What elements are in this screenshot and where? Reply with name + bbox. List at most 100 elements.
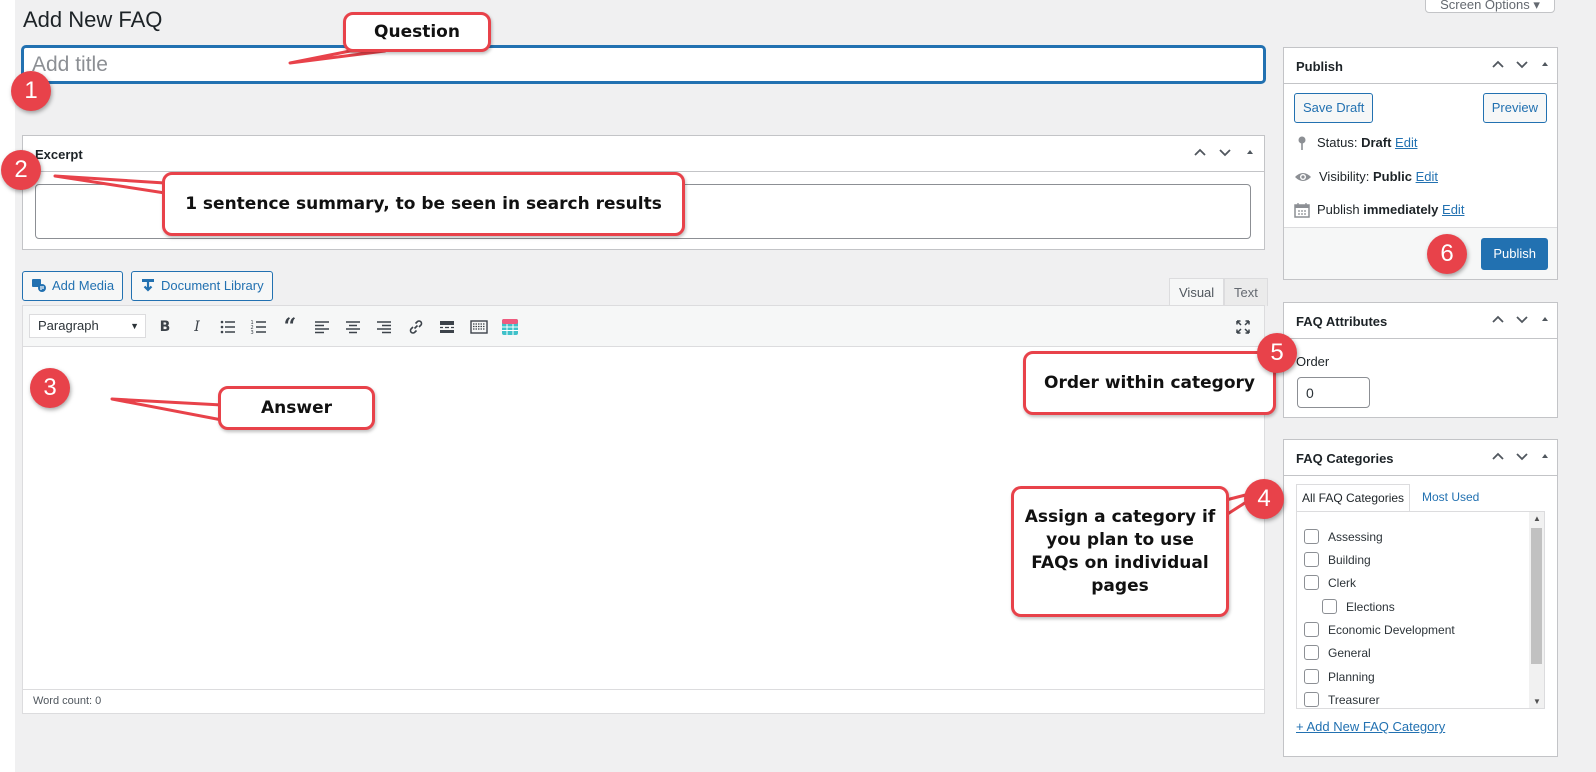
category-label: Clerk [1328, 576, 1357, 590]
align-right-icon[interactable] [373, 316, 395, 338]
step-badge-2: 2 [1, 150, 41, 190]
category-label: General [1328, 646, 1371, 660]
table-icon[interactable] [499, 316, 521, 338]
edit-status-link[interactable]: Edit [1395, 135, 1417, 150]
schedule-row: Publish immediately Edit [1294, 202, 1464, 218]
numbered-list-icon[interactable]: 123 [248, 316, 270, 338]
category-label: Elections [1346, 600, 1395, 614]
format-select-value: Paragraph [38, 318, 99, 333]
tab-all-faq-categories[interactable]: All FAQ Categories [1296, 484, 1411, 512]
visibility-value: Public [1372, 169, 1412, 184]
move-down-icon[interactable] [1215, 144, 1235, 163]
visibility-label: Visibility: [1319, 169, 1373, 184]
category-item[interactable]: Elections [1322, 599, 1395, 617]
eye-icon [1295, 173, 1311, 181]
status-value: Draft [1361, 135, 1392, 150]
fullscreen-icon[interactable] [1232, 316, 1254, 338]
category-checkbox[interactable] [1304, 669, 1319, 684]
category-item[interactable]: Clerk [1304, 575, 1356, 593]
collapse-icon[interactable] [1535, 448, 1555, 467]
annotation-summary: 1 sentence summary, to be seen in search… [162, 172, 685, 236]
annotation-category: Assign a category if you plan to use FAQ… [1011, 486, 1229, 617]
order-label: Order [1296, 354, 1330, 369]
move-up-icon[interactable] [1488, 311, 1508, 330]
read-more-icon[interactable] [436, 316, 458, 338]
edit-schedule-link[interactable]: Edit [1442, 202, 1464, 217]
publish-header: Publish [1284, 48, 1557, 84]
category-checklist[interactable]: Assessing Building Clerk Elections Econo… [1296, 511, 1545, 709]
screen-options-button[interactable]: Screen Options ▾ [1425, 0, 1555, 13]
move-up-icon[interactable] [1488, 448, 1508, 467]
order-input[interactable] [1297, 377, 1370, 408]
annotation-answer: Answer [218, 386, 375, 430]
collapse-icon[interactable] [1240, 144, 1260, 163]
italic-icon[interactable]: I [186, 316, 208, 338]
document-library-button[interactable]: Document Library [131, 271, 273, 301]
attributes-heading: FAQ Attributes [1296, 314, 1388, 329]
align-left-icon[interactable] [311, 316, 333, 338]
category-item[interactable]: Economic Development [1304, 622, 1455, 640]
category-checkbox[interactable] [1304, 575, 1319, 590]
publish-box: Publish Save Draft Preview Status: Draft… [1283, 47, 1558, 280]
collapse-icon[interactable] [1535, 311, 1555, 330]
add-media-button[interactable]: Add Media [22, 271, 124, 301]
tab-text[interactable]: Text [1224, 278, 1268, 306]
publish-heading: Publish [1296, 59, 1343, 74]
step-badge-6: 6 [1427, 234, 1467, 274]
step-badge-3: 3 [30, 368, 70, 408]
scroll-up-icon[interactable]: ▲ [1533, 514, 1541, 523]
media-icon [32, 279, 46, 292]
preview-button[interactable]: Preview [1482, 93, 1547, 123]
category-checkbox[interactable] [1304, 645, 1319, 660]
format-select[interactable]: Paragraph ▼ [29, 314, 146, 338]
save-draft-button[interactable]: Save Draft [1294, 93, 1374, 123]
title-input[interactable] [22, 46, 1265, 83]
category-checkbox[interactable] [1322, 599, 1337, 614]
move-up-icon[interactable] [1488, 56, 1508, 75]
categories-header: FAQ Categories [1284, 440, 1557, 476]
category-item[interactable]: Treasurer [1304, 692, 1380, 708]
visibility-row: Visibility: Public Edit [1294, 169, 1438, 185]
move-down-icon[interactable] [1512, 311, 1532, 330]
bold-icon[interactable]: B [154, 316, 176, 338]
bullet-list-icon[interactable] [217, 316, 239, 338]
status-row: Status: Draft Edit [1294, 135, 1417, 151]
word-count: Word count: 0 [23, 689, 1264, 713]
add-media-label: Add Media [52, 278, 115, 293]
category-item[interactable]: Building [1304, 552, 1371, 570]
category-item[interactable]: General [1304, 645, 1371, 663]
status-label: Status: [1317, 135, 1362, 150]
collapse-icon[interactable] [1535, 56, 1555, 75]
add-new-category-link[interactable]: + Add New FAQ Category [1296, 719, 1445, 734]
caret-down-icon: ▼ [130, 321, 139, 331]
categories-heading: FAQ Categories [1296, 451, 1394, 466]
publish-button[interactable]: Publish [1481, 238, 1548, 270]
faq-attributes-box: FAQ Attributes Order [1283, 302, 1558, 418]
category-checkbox[interactable] [1304, 552, 1319, 567]
category-checkbox[interactable] [1304, 529, 1319, 544]
toolbar-toggle-icon[interactable] [468, 316, 490, 338]
category-label: Treasurer [1328, 693, 1380, 707]
edit-visibility-link[interactable]: Edit [1416, 169, 1438, 184]
annotation-question: Question [343, 12, 491, 52]
move-up-icon[interactable] [1190, 144, 1210, 163]
move-down-icon[interactable] [1512, 448, 1532, 467]
category-item[interactable]: Planning [1304, 669, 1375, 687]
scroll-down-icon[interactable]: ▼ [1533, 697, 1541, 706]
align-center-icon[interactable] [342, 316, 364, 338]
move-down-icon[interactable] [1512, 56, 1532, 75]
step-badge-5: 5 [1257, 333, 1297, 373]
tab-most-used[interactable]: Most Used [1422, 484, 1479, 512]
category-label: Economic Development [1328, 623, 1455, 637]
publish-label: Publish [1317, 202, 1364, 217]
link-icon[interactable] [405, 316, 427, 338]
excerpt-header: Excerpt [23, 136, 1264, 172]
blockquote-icon[interactable]: “ [279, 314, 301, 340]
scrollbar-thumb[interactable] [1531, 528, 1542, 664]
faq-categories-box: FAQ Categories All FAQ Categories Most U… [1283, 439, 1558, 757]
category-scrollbar[interactable]: ▲ ▼ [1529, 512, 1544, 708]
category-item[interactable]: Assessing [1304, 529, 1383, 547]
tab-visual[interactable]: Visual [1169, 278, 1225, 306]
category-checkbox[interactable] [1304, 622, 1319, 637]
category-checkbox[interactable] [1304, 692, 1319, 707]
